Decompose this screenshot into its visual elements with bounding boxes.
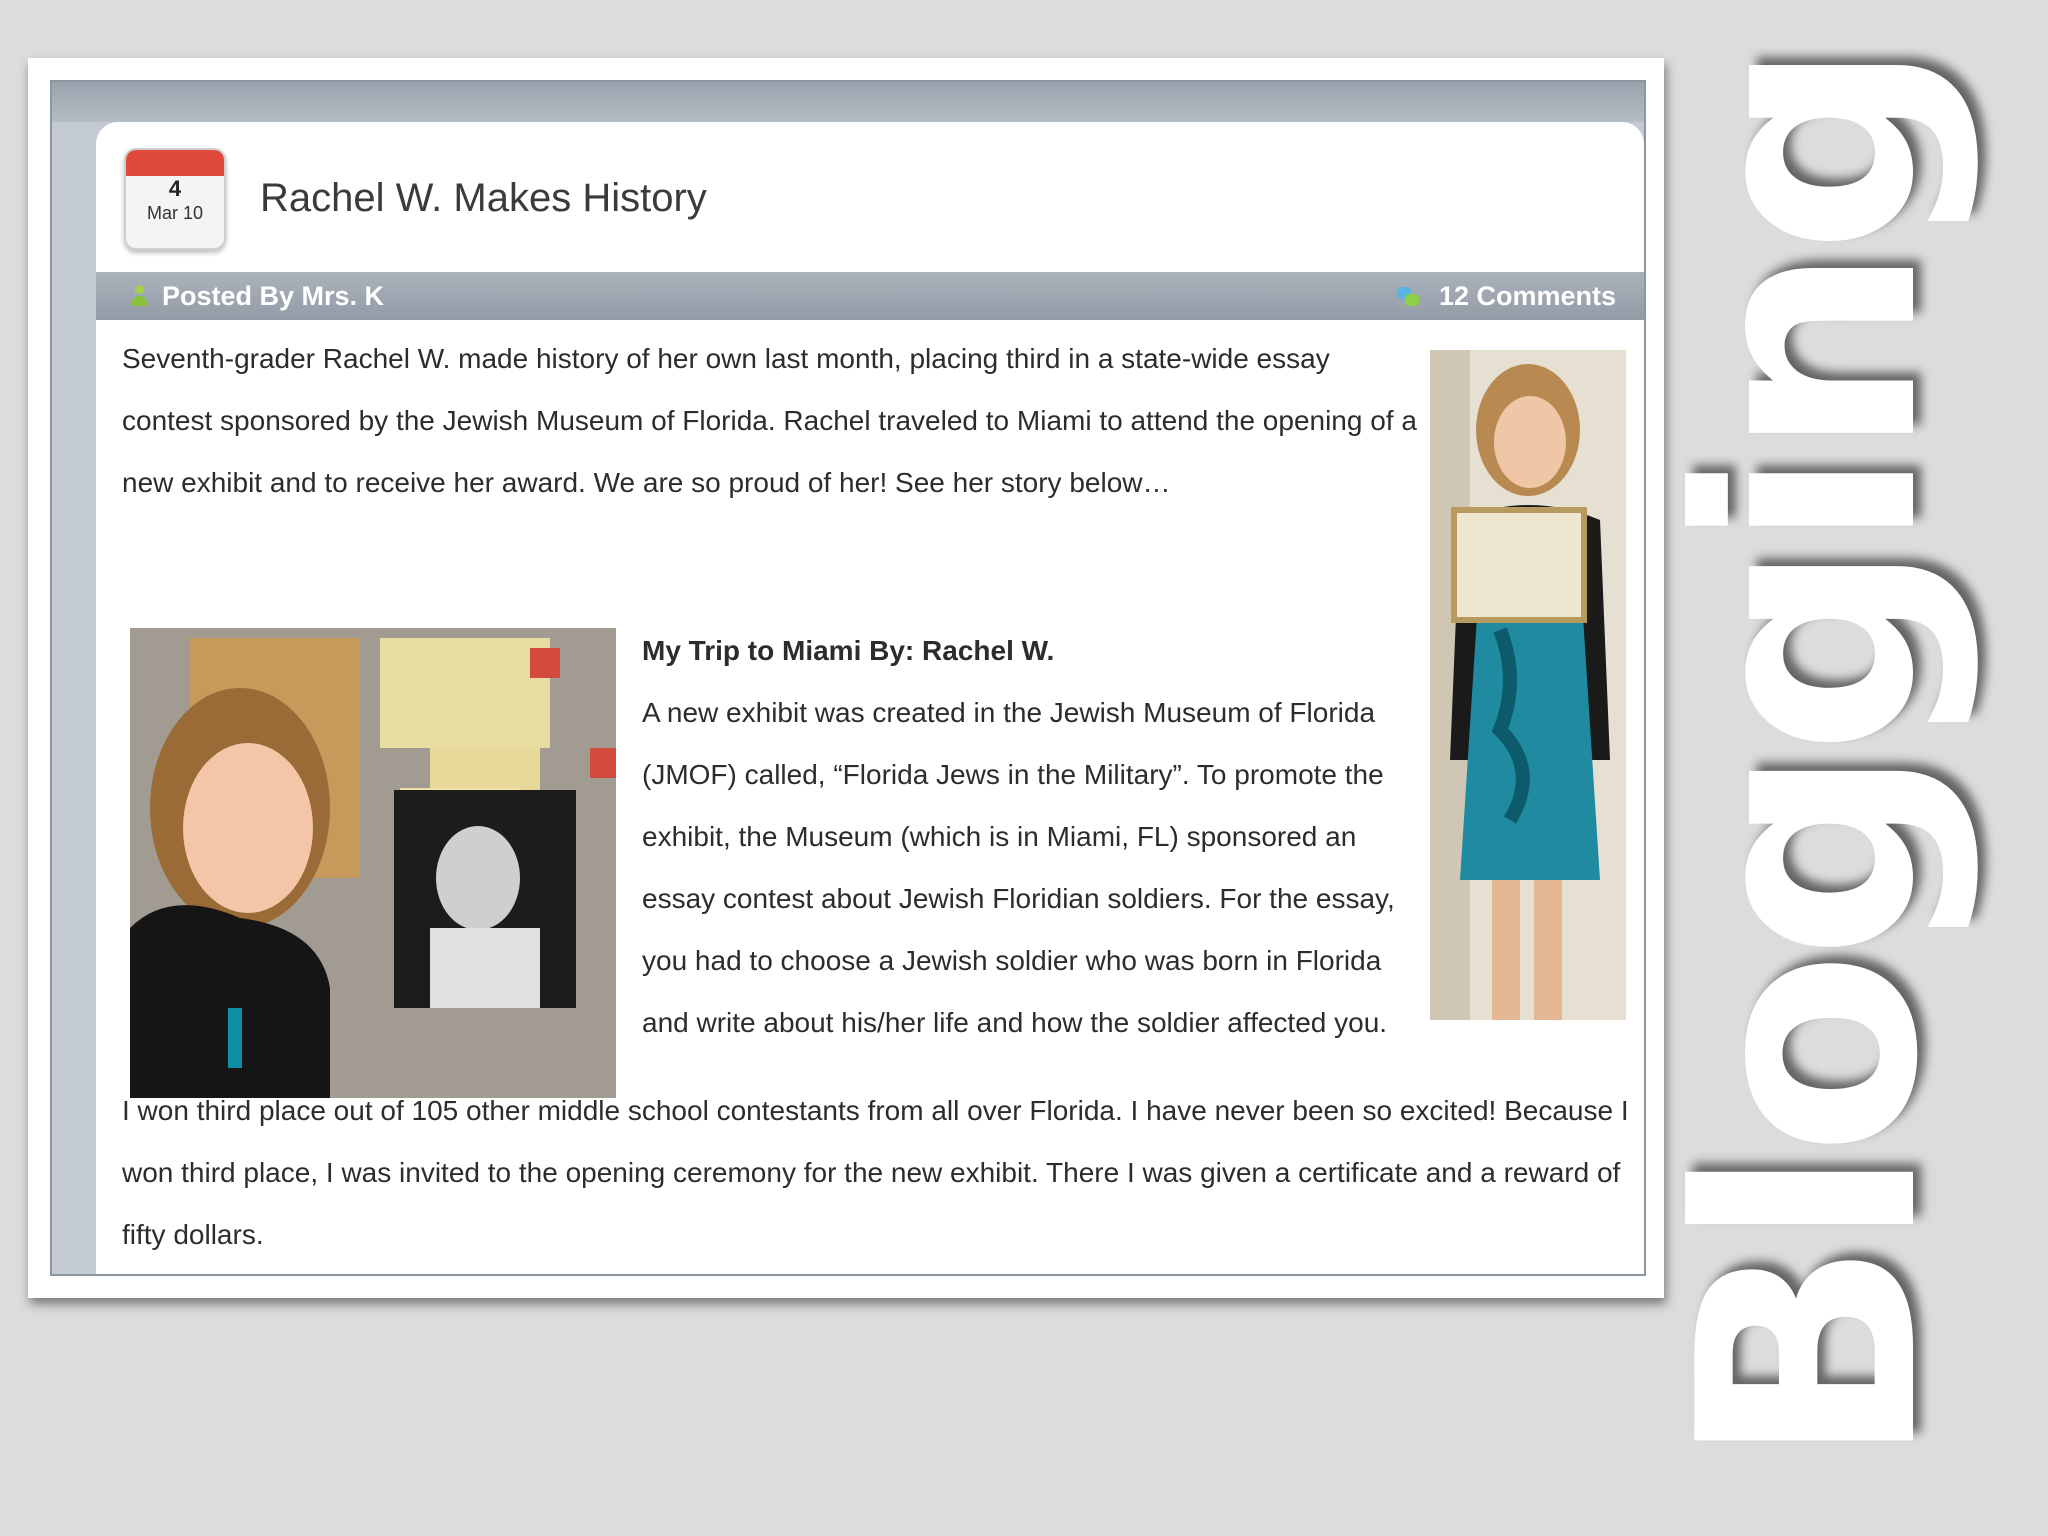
post-date-month: Mar 10 [146, 203, 204, 223]
post-date-day: 4 [168, 176, 182, 201]
award-photo-image [1430, 350, 1626, 1020]
posted-by-label: Posted By Mrs. K [162, 281, 385, 311]
comments-link[interactable]: 12 Comments [1396, 281, 1616, 312]
story-title: My Trip to Miami By: Rachel W. [642, 635, 1055, 666]
award-photo [1430, 350, 1626, 1020]
post-intro: Seventh-grader Rachel W. made history of… [122, 343, 1417, 498]
post-closing: I won third place out of 105 other middl… [122, 1095, 1629, 1250]
comment-bubbles-icon [1396, 285, 1421, 309]
slide-title: Blogging [1635, 49, 1984, 1468]
screen-topbar [52, 82, 1644, 122]
story: My Trip to Miami By: Rachel W. A new exh… [642, 620, 1402, 1054]
blog-screen: 4 Mar 10 Rachel W. Makes History Posted … [50, 80, 1646, 1276]
user-icon [132, 284, 147, 309]
post-title[interactable]: Rachel W. Makes History [260, 174, 707, 222]
calendar-icon: 4 Mar 10 [124, 148, 226, 250]
story-text: A new exhibit was created in the Jewish … [642, 697, 1395, 1038]
screenshot-frame: 4 Mar 10 Rachel W. Makes History Posted … [28, 58, 1664, 1298]
blog-post: 4 Mar 10 Rachel W. Makes History Posted … [96, 122, 1644, 1274]
post-header: 4 Mar 10 Rachel W. Makes History [96, 122, 1644, 274]
calendar-header [126, 150, 224, 176]
post-meta-bar: Posted By Mrs. K 12 Comments [96, 272, 1644, 320]
exhibit-photo-image [130, 628, 616, 1098]
post-body: Seventh-grader Rachel W. made history of… [96, 320, 1644, 1274]
comments-count: 12 Comments [1438, 281, 1616, 311]
posted-by[interactable]: Posted By Mrs. K [132, 281, 384, 312]
exhibit-photo [130, 628, 616, 1098]
